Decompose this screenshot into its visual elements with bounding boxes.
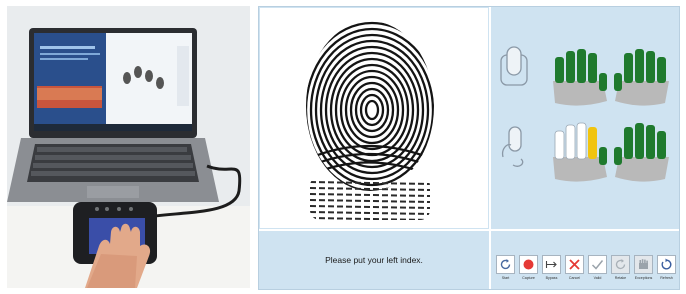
- finger-right-thumb-rolled: [614, 147, 622, 165]
- finger-right-ring-rolled: [646, 125, 655, 159]
- bypass-button[interactable]: Bypass: [541, 255, 562, 287]
- refresh-button[interactable]: Refresh: [656, 255, 677, 287]
- finger-right-thumb: [614, 73, 622, 91]
- finger-left-ring: [566, 51, 575, 83]
- laptop-scanner-illustration: [7, 6, 250, 288]
- left-hand-status-row2: [553, 122, 607, 182]
- finger-left-middle-rolled: [576, 122, 587, 160]
- valid-button[interactable]: Valid: [587, 255, 608, 287]
- finger-left-little: [555, 57, 564, 83]
- finger-on-scanner-icon: [500, 46, 528, 86]
- capture-button[interactable]: Capture: [518, 255, 539, 287]
- finger-left-index-rolled-current: [588, 127, 597, 159]
- checkmark-icon: [588, 255, 607, 274]
- cancel-label: Cancel: [568, 276, 581, 280]
- finger-right-index: [624, 53, 633, 83]
- laptop-icon: [7, 28, 219, 202]
- hand-status-panel: [491, 7, 679, 229]
- finger-right-little-rolled: [657, 131, 666, 159]
- finger-left-index: [588, 53, 597, 83]
- fingerprint-preview: [260, 8, 488, 228]
- finger-right-ring: [646, 51, 655, 83]
- exceptions-button[interactable]: Exceptions: [633, 255, 654, 287]
- left-hand-status-row1: [553, 49, 607, 106]
- finger-left-thumb-rolled: [599, 147, 607, 165]
- right-hand-status-row2: [614, 123, 669, 182]
- finger-left-little-rolled: [554, 130, 565, 160]
- finger-left-thumb: [599, 73, 607, 91]
- hardware-photo: [7, 6, 250, 288]
- finger-right-middle-rolled: [635, 123, 644, 159]
- valid-label: Valid: [593, 276, 602, 280]
- exceptions-label: Exceptions: [634, 276, 653, 280]
- roll-finger-icon: [501, 126, 524, 167]
- retake-icon: [611, 255, 630, 274]
- record-icon: [519, 255, 538, 274]
- refresh-label: Refresh: [660, 276, 673, 280]
- skip-arrow-icon: [542, 255, 561, 274]
- retake-button[interactable]: Retake: [610, 255, 631, 287]
- retake-label: Retake: [614, 276, 627, 280]
- finger-right-index-rolled: [624, 127, 633, 159]
- hand-exception-icon: [634, 255, 653, 274]
- capture-toolbar: Start Capture Bypass Cancel Valid Retake…: [495, 255, 677, 289]
- start-button[interactable]: Start: [495, 255, 516, 287]
- finger-left-ring-rolled: [565, 124, 576, 160]
- restart-icon: [496, 255, 515, 274]
- cancel-button[interactable]: Cancel: [564, 255, 585, 287]
- capture-label: Capture: [522, 276, 535, 280]
- fingerprint-image: [306, 21, 434, 220]
- status-message: Please put your left index.: [325, 255, 423, 265]
- right-hand-status-row1: [614, 49, 669, 106]
- finger-status-diagram: [500, 46, 669, 182]
- close-icon: [565, 255, 584, 274]
- bypass-label: Bypass: [545, 276, 558, 280]
- fingerprint-capture-app: Please put your left index. Start Captur…: [258, 6, 680, 290]
- finger-right-middle: [635, 49, 644, 83]
- finger-right-little: [657, 57, 666, 83]
- refresh-icon: [657, 255, 676, 274]
- start-label: Start: [501, 276, 510, 280]
- finger-left-middle: [577, 49, 586, 83]
